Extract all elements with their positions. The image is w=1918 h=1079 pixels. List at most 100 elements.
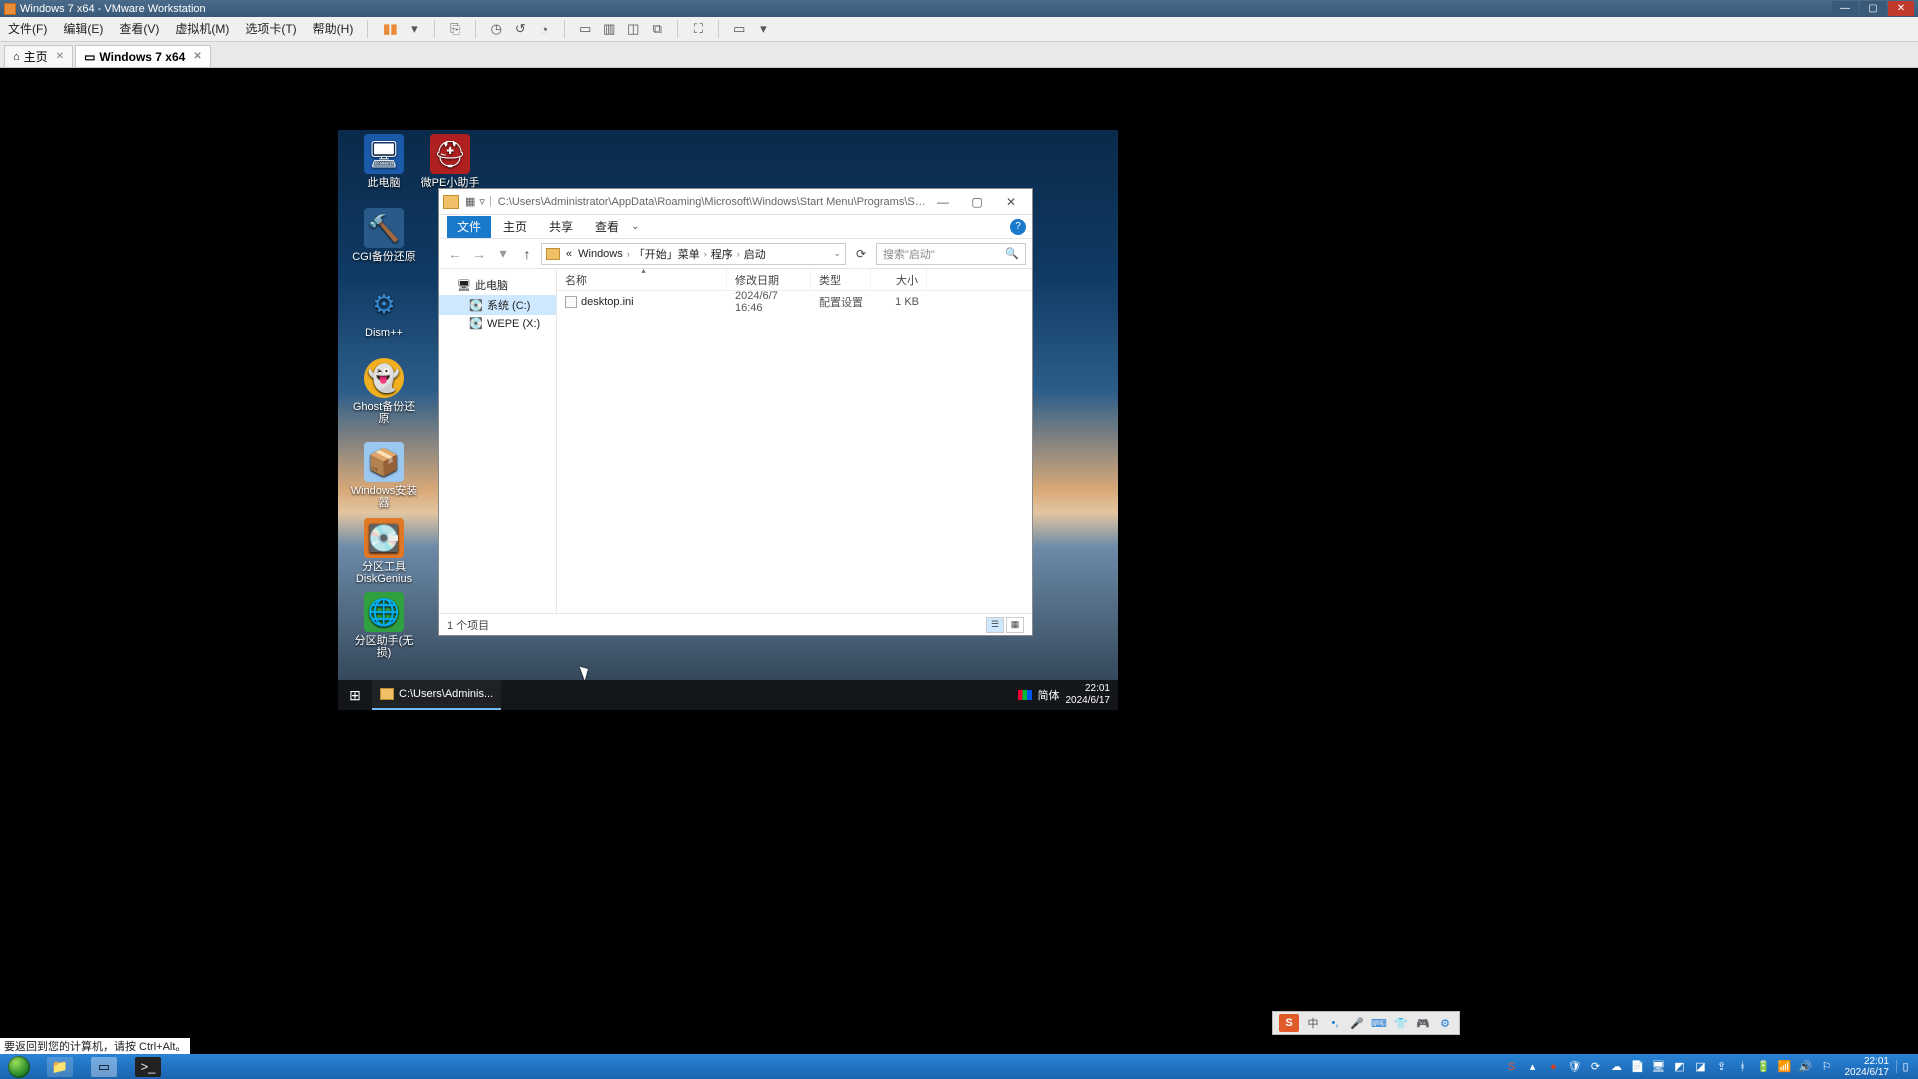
pause-dropdown[interactable]: ▾ (404, 19, 424, 39)
tray-circle-icon[interactable]: ● (1547, 1061, 1561, 1073)
menu-vm[interactable]: 虚拟机(M) (167, 17, 237, 42)
vm-console[interactable]: 🖥此电脑 ⛑微PE小助手 🔨CGI备份还原 ⚙Dism++ 👻Ghost备份还原… (0, 68, 1918, 1054)
guest-taskbar-item-explorer[interactable]: C:\Users\Adminis... (372, 680, 501, 710)
guest-desktop[interactable]: 🖥此电脑 ⛑微PE小助手 🔨CGI备份还原 ⚙Dism++ 👻Ghost备份还原… (338, 130, 1118, 710)
tray-monitor-icon[interactable]: 🖥 (1652, 1060, 1666, 1073)
tray-bt-icon[interactable]: ᚼ (1736, 1061, 1750, 1073)
view-unity-button[interactable]: ◫ (623, 19, 643, 39)
tray-action-icon[interactable]: ⚐ (1820, 1060, 1834, 1073)
host-clock[interactable]: 22:01 2024/6/17 (1845, 1056, 1890, 1078)
snapshot-revert-button[interactable]: ↺ (510, 19, 530, 39)
host-close-button[interactable]: ✕ (1888, 1, 1914, 16)
desktop-icon-this-pc[interactable]: 🖥此电脑 (350, 134, 418, 189)
ribbon-expand-icon[interactable]: ⌄ (631, 221, 639, 232)
tray-shield-icon[interactable]: 🛡 (1568, 1060, 1582, 1073)
ribbon-tab-file[interactable]: 文件 (447, 216, 491, 238)
nav-history-dropdown[interactable]: ▾ (493, 245, 513, 262)
view-icons-button[interactable]: ▦ (1006, 617, 1024, 633)
ime-toolbar[interactable]: S 中 •, 🎤 ⌨ 👕 🎮 ⚙ (1272, 1011, 1460, 1035)
host-taskbar[interactable]: 📁 ▭ >_ S ▴ ● 🛡 ⟳ ☁ 📄 🖥 ◩ ◪ ⇪ ᚼ 🔋 📶 🔊 ⚐ 2… (0, 1054, 1918, 1079)
fullscreen-button[interactable]: ⛶ (688, 19, 708, 39)
tray-ime-label[interactable]: 简体 (1038, 687, 1060, 703)
desktop-icon-wepe-helper[interactable]: ⛑微PE小助手 (416, 134, 484, 189)
crumb-windows[interactable]: Windows (576, 248, 625, 260)
tree-this-pc[interactable]: 🖥此电脑 (439, 275, 556, 295)
host-start-button[interactable] (0, 1054, 38, 1079)
tab-vm-close-icon[interactable]: ✕ (193, 51, 201, 62)
ime-settings-icon[interactable]: ⚙ (1437, 1017, 1453, 1030)
search-input[interactable]: 搜索"启动" 🔍 (876, 243, 1026, 265)
tray-note-icon[interactable]: 📄 (1631, 1060, 1645, 1073)
menu-edit[interactable]: 编辑(E) (55, 17, 111, 42)
tree-drive-x[interactable]: 💽WEPE (X:) (439, 315, 556, 332)
guest-taskbar[interactable]: ⊞ C:\Users\Adminis... 简体 22:01 2024/6/17 (338, 680, 1118, 710)
pause-vm-button[interactable]: ▮▮ (380, 19, 400, 39)
host-minimize-button[interactable]: — (1832, 1, 1858, 16)
nav-forward-button[interactable]: → (469, 246, 489, 262)
stretch-button[interactable]: ▭ (729, 19, 749, 39)
tray-cloud-icon[interactable]: ☁ (1610, 1060, 1624, 1073)
ime-sogou-icon[interactable]: S (1279, 1014, 1299, 1032)
desktop-icon-partition-assistant[interactable]: 🌐分区助手(无损) (350, 592, 418, 659)
view-single-button[interactable]: ▭ (575, 19, 595, 39)
tray-volume-icon[interactable]: 🔊 (1799, 1060, 1813, 1073)
menu-tabs[interactable]: 选项卡(T) (237, 17, 304, 42)
tree-drive-c[interactable]: 💽系统 (C:) (439, 295, 556, 315)
host-pin-explorer[interactable]: 📁 (38, 1054, 82, 1079)
ribbon-tab-view[interactable]: 查看 (585, 216, 629, 238)
help-icon[interactable]: ? (1010, 219, 1026, 235)
refresh-button[interactable]: ⟳ (850, 247, 872, 261)
col-size[interactable]: 大小 (871, 269, 927, 290)
desktop-icon-dismpp[interactable]: ⚙Dism++ (350, 284, 418, 339)
host-pin-vmware[interactable]: ▭ (82, 1054, 126, 1079)
explorer-minimize-button[interactable]: — (926, 195, 960, 209)
col-name[interactable]: ▴名称 (557, 269, 727, 290)
host-maximize-button[interactable]: ▢ (1860, 1, 1886, 16)
file-row[interactable]: desktop.ini 2024/6/7 16:46 配置设置 1 KB (557, 291, 1032, 313)
ime-lang-label[interactable]: 中 (1305, 1015, 1321, 1031)
crumb-overflow[interactable]: « (564, 248, 574, 260)
ime-toolbox-icon[interactable]: 🎮 (1415, 1017, 1431, 1030)
host-tray[interactable]: S ▴ ● 🛡 ⟳ ☁ 📄 🖥 ◩ ◪ ⇪ ᚼ 🔋 📶 🔊 ⚐ 22:01 20… (1505, 1056, 1918, 1078)
menu-help[interactable]: 帮助(H) (305, 17, 362, 42)
explorer-window[interactable]: ▦ ▿ | C:\Users\Administrator\AppData\Roa… (438, 188, 1033, 636)
qat-properties-icon[interactable]: ▦ (465, 195, 475, 208)
snapshot-take-button[interactable]: ◷ (486, 19, 506, 39)
tab-home-close-icon[interactable]: ✕ (56, 51, 64, 62)
ime-keyboard-icon[interactable]: ⌨ (1371, 1017, 1387, 1030)
host-pin-terminal[interactable]: >_ (126, 1054, 170, 1079)
crumb-dropdown-icon[interactable]: ⌄ (833, 248, 841, 259)
ime-skin-icon[interactable]: 👕 (1393, 1017, 1409, 1030)
ribbon-tab-home[interactable]: 主页 (493, 216, 537, 238)
explorer-nav-tree[interactable]: 🖥此电脑 💽系统 (C:) 💽WEPE (X:) (439, 269, 557, 613)
tray-battery-icon[interactable]: 🔋 (1757, 1060, 1771, 1073)
menu-view[interactable]: 查看(V) (111, 17, 167, 42)
nav-back-button[interactable]: ← (445, 246, 465, 262)
view-multi-button[interactable]: ▥ (599, 19, 619, 39)
tray-app2-icon[interactable]: ◪ (1694, 1060, 1708, 1073)
snapshot-manager-button[interactable]: ◔ (534, 19, 554, 39)
ribbon-tab-share[interactable]: 共享 (539, 216, 583, 238)
desktop-icon-win-installer[interactable]: 📦Windows安装器 (350, 442, 418, 509)
col-type[interactable]: 类型 (811, 269, 871, 290)
desktop-icon-diskgenius[interactable]: 💽分区工具DiskGenius (350, 518, 418, 585)
ime-input-icon[interactable]: 🎤 (1349, 1017, 1365, 1030)
explorer-titlebar[interactable]: ▦ ▿ | C:\Users\Administrator\AppData\Roa… (439, 189, 1032, 215)
view-details-button[interactable]: ☰ (986, 617, 1004, 633)
menu-file[interactable]: 文件(F) (0, 17, 55, 42)
crumb-startmenu[interactable]: 「开始」菜单 (632, 246, 702, 262)
guest-clock[interactable]: 22:01 2024/6/17 (1066, 683, 1111, 707)
breadcrumb[interactable]: « Windows› 「开始」菜单› 程序› 启动 ⌄ (541, 243, 846, 265)
stretch-dropdown[interactable]: ▾ (753, 19, 773, 39)
tray-network-icon[interactable]: 📶 (1778, 1060, 1792, 1073)
nav-up-button[interactable]: ↑ (517, 246, 537, 262)
crumb-programs[interactable]: 程序 (709, 246, 735, 262)
qat-newfolder-icon[interactable]: ▿ (479, 195, 485, 208)
view-console-button[interactable]: ⧉ (647, 19, 667, 39)
tab-vm[interactable]: ▭ Windows 7 x64 ✕ (75, 45, 211, 67)
tray-up-icon[interactable]: ▴ (1526, 1060, 1540, 1073)
tab-home[interactable]: ⌂ 主页 ✕ (4, 45, 73, 67)
explorer-file-list[interactable]: ▴名称 修改日期 类型 大小 desktop.ini 2024/6/7 16:4… (557, 269, 1032, 613)
ime-punct-icon[interactable]: •, (1327, 1017, 1343, 1029)
desktop-icon-cgi-backup[interactable]: 🔨CGI备份还原 (350, 208, 418, 263)
